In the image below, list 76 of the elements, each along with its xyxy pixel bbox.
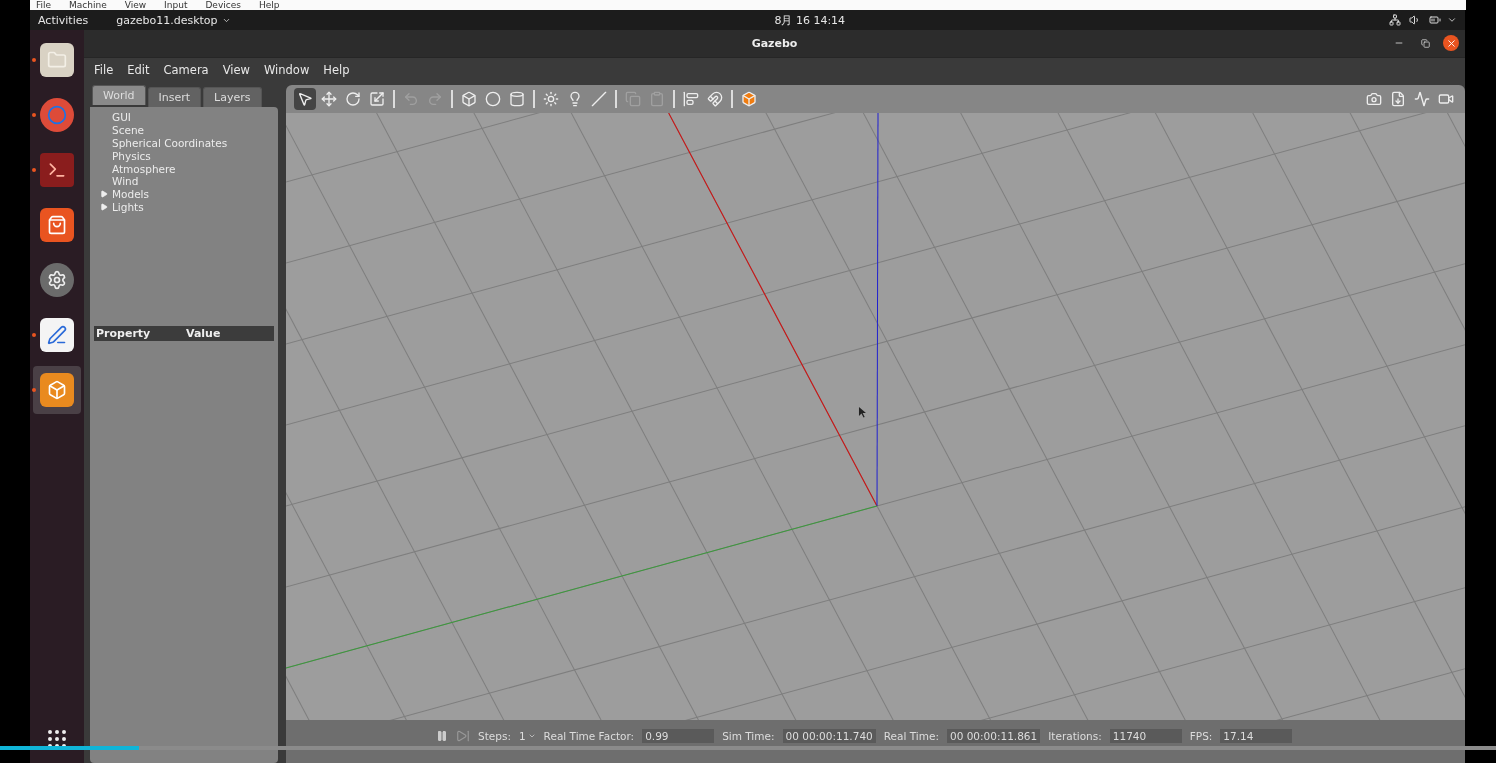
vm-menu-item[interactable]: Devices — [205, 1, 241, 10]
vm-menu-item[interactable]: View — [124, 1, 147, 10]
vm-menu-item[interactable]: Input — [164, 1, 188, 10]
status-label: Iterations: — [1048, 729, 1102, 742]
mouse-cursor-icon — [858, 407, 866, 418]
slash-icon — [591, 91, 607, 107]
panel-tab[interactable]: Layers — [203, 87, 262, 107]
copy-icon — [625, 91, 641, 107]
status-label: Real Time: — [883, 729, 939, 742]
cube-icon — [741, 91, 757, 107]
status-label: Sim Time: — [722, 729, 775, 742]
step-icon — [456, 728, 470, 743]
menu-item[interactable]: File — [90, 62, 118, 77]
pause-button[interactable] — [436, 729, 448, 742]
menu-item[interactable]: View — [218, 62, 254, 77]
pause-icon — [436, 729, 448, 742]
select-tool-button[interactable] — [294, 88, 316, 110]
vm-menu-item[interactable]: Help — [258, 1, 280, 10]
status-value: 00 00:00:11.861 — [947, 728, 1041, 743]
app-menu[interactable]: gazebo11.desktop — [116, 13, 231, 27]
clock-text[interactable]: 8月 16 14:14 — [774, 12, 846, 28]
settings-icon — [47, 270, 67, 290]
status-value: 11740 — [1109, 728, 1182, 743]
move-arrows-icon — [321, 91, 337, 107]
panel-tab[interactable]: Insert — [147, 87, 202, 107]
redo-icon — [427, 91, 443, 107]
status-value: 00 00:00:11.740 — [782, 728, 876, 743]
status-value: 0.99 — [642, 728, 715, 743]
sphere-icon — [485, 91, 501, 107]
column-header: Value — [185, 327, 221, 340]
arrow-icon — [297, 91, 313, 107]
terminal-icon — [47, 160, 67, 180]
status-value: 17.14 — [1220, 728, 1293, 743]
log-file-icon — [1390, 91, 1406, 107]
step-button[interactable] — [456, 728, 470, 743]
vm-menu-item[interactable]: File — [36, 1, 52, 10]
window-title: Gazebo — [751, 37, 798, 50]
expand-arrow-icon[interactable] — [100, 190, 108, 199]
volume-icon[interactable] — [1409, 14, 1421, 26]
folder-icon — [47, 50, 67, 70]
activities-button[interactable]: Activities — [38, 13, 89, 27]
bulb-icon — [567, 91, 583, 107]
close-icon — [1445, 37, 1457, 49]
steps-spinner[interactable]: 1 — [518, 729, 536, 742]
menu-item[interactable]: Edit — [123, 62, 154, 77]
pen-icon — [47, 325, 67, 345]
system-menu-icon[interactable] — [1447, 15, 1457, 25]
scale-icon — [369, 91, 385, 107]
camera-icon — [1366, 91, 1382, 107]
vm-menu-item[interactable]: Machine — [69, 1, 107, 10]
align-icon — [683, 91, 699, 107]
menu-item[interactable]: Window — [259, 62, 314, 77]
rotate-icon — [345, 91, 361, 107]
cube-icon — [47, 380, 67, 400]
undo-icon — [403, 91, 419, 107]
browser-icon — [47, 105, 67, 125]
line-chart-icon — [1414, 91, 1430, 107]
network-icon[interactable] — [1389, 14, 1401, 26]
battery-icon[interactable] — [1429, 14, 1441, 26]
close-button[interactable] — [1443, 35, 1459, 51]
clipboard-icon — [649, 91, 665, 107]
shopping-bag-icon — [47, 215, 67, 235]
status-label: FPS: — [1189, 729, 1213, 742]
expand-arrow-icon[interactable] — [100, 202, 108, 211]
menu-item[interactable]: Camera — [159, 62, 213, 77]
sun-icon — [543, 91, 559, 107]
gazebo-app[interactable] — [33, 366, 81, 414]
column-header: Property — [95, 327, 152, 340]
magnet-icon — [707, 91, 723, 107]
steps-label: Steps: — [478, 729, 511, 742]
status-label: Real Time Factor: — [543, 729, 635, 742]
cylinder-icon — [509, 91, 525, 107]
menu-item[interactable]: Help — [319, 62, 354, 77]
restore-icon — [1420, 38, 1430, 48]
video-camera-icon — [1438, 91, 1454, 107]
cube-icon — [461, 91, 477, 107]
